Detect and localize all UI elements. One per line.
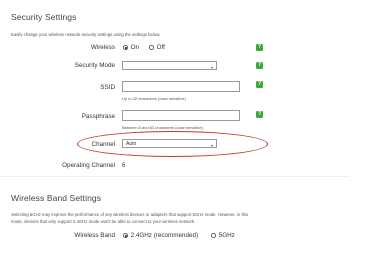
operating-channel-label: Operating Channel — [62, 162, 115, 169]
passphrase-help-icon[interactable]: ? — [256, 111, 263, 118]
wireless-band-description-line1: Selecting 5GHz may improve the performan… — [11, 212, 249, 217]
wireless-band-settings-title: Wireless Band Settings — [11, 193, 102, 203]
passphrase-label: Passphrase — [81, 113, 115, 120]
operating-channel-value: 6 — [122, 162, 126, 169]
wireless-label: Wireless — [90, 44, 115, 51]
security-settings-title: Security Settings — [11, 12, 77, 22]
security-settings-description: Easily change your wireless network secu… — [11, 32, 161, 37]
wireless-off-option[interactable]: Off — [149, 44, 165, 51]
wireless-off-radio[interactable] — [149, 45, 154, 50]
band-5ghz-radio[interactable] — [211, 233, 216, 238]
band-2-4ghz-radio[interactable] — [123, 233, 128, 238]
passphrase-hint: Between 8 and 63 characters (case sensit… — [122, 125, 203, 130]
band-5ghz-label: 5GHz — [218, 232, 235, 239]
security-mode-label: Security Mode — [74, 62, 115, 69]
wireless-radio-group: On Off — [123, 44, 165, 51]
ssid-help-icon[interactable]: ? — [256, 81, 263, 88]
band-2-4ghz-label: 2.4GHz (recommended) — [130, 232, 199, 239]
passphrase-input[interactable] — [122, 110, 240, 121]
wireless-band-description-line2: mode, devices that only support 2.4GHz m… — [11, 219, 196, 224]
band-2-4ghz-option[interactable]: 2.4GHz (recommended) — [123, 232, 198, 239]
wireless-on-label: On — [130, 44, 139, 51]
ssid-label: SSID — [100, 84, 115, 91]
wireless-band-radio-group: 2.4GHz (recommended) 5GHz — [123, 232, 235, 239]
wireless-band-label: Wireless Band — [74, 232, 115, 239]
chevron-down-icon: ▾ — [210, 64, 213, 70]
band-5ghz-option[interactable]: 5GHz — [211, 232, 235, 239]
ssid-input[interactable] — [122, 81, 240, 92]
wireless-help-icon[interactable]: ? — [256, 44, 263, 51]
section-divider — [0, 176, 350, 177]
wireless-off-label: Off — [156, 44, 165, 51]
ssid-hint: Up to 32 characters (case sensitive) — [122, 96, 186, 101]
wireless-on-radio[interactable] — [123, 45, 128, 50]
channel-highlight-ellipse — [77, 131, 268, 157]
security-mode-help-icon[interactable]: ? — [256, 62, 263, 69]
wireless-on-option[interactable]: On — [123, 44, 139, 51]
security-mode-select[interactable]: ▾ — [122, 61, 217, 70]
